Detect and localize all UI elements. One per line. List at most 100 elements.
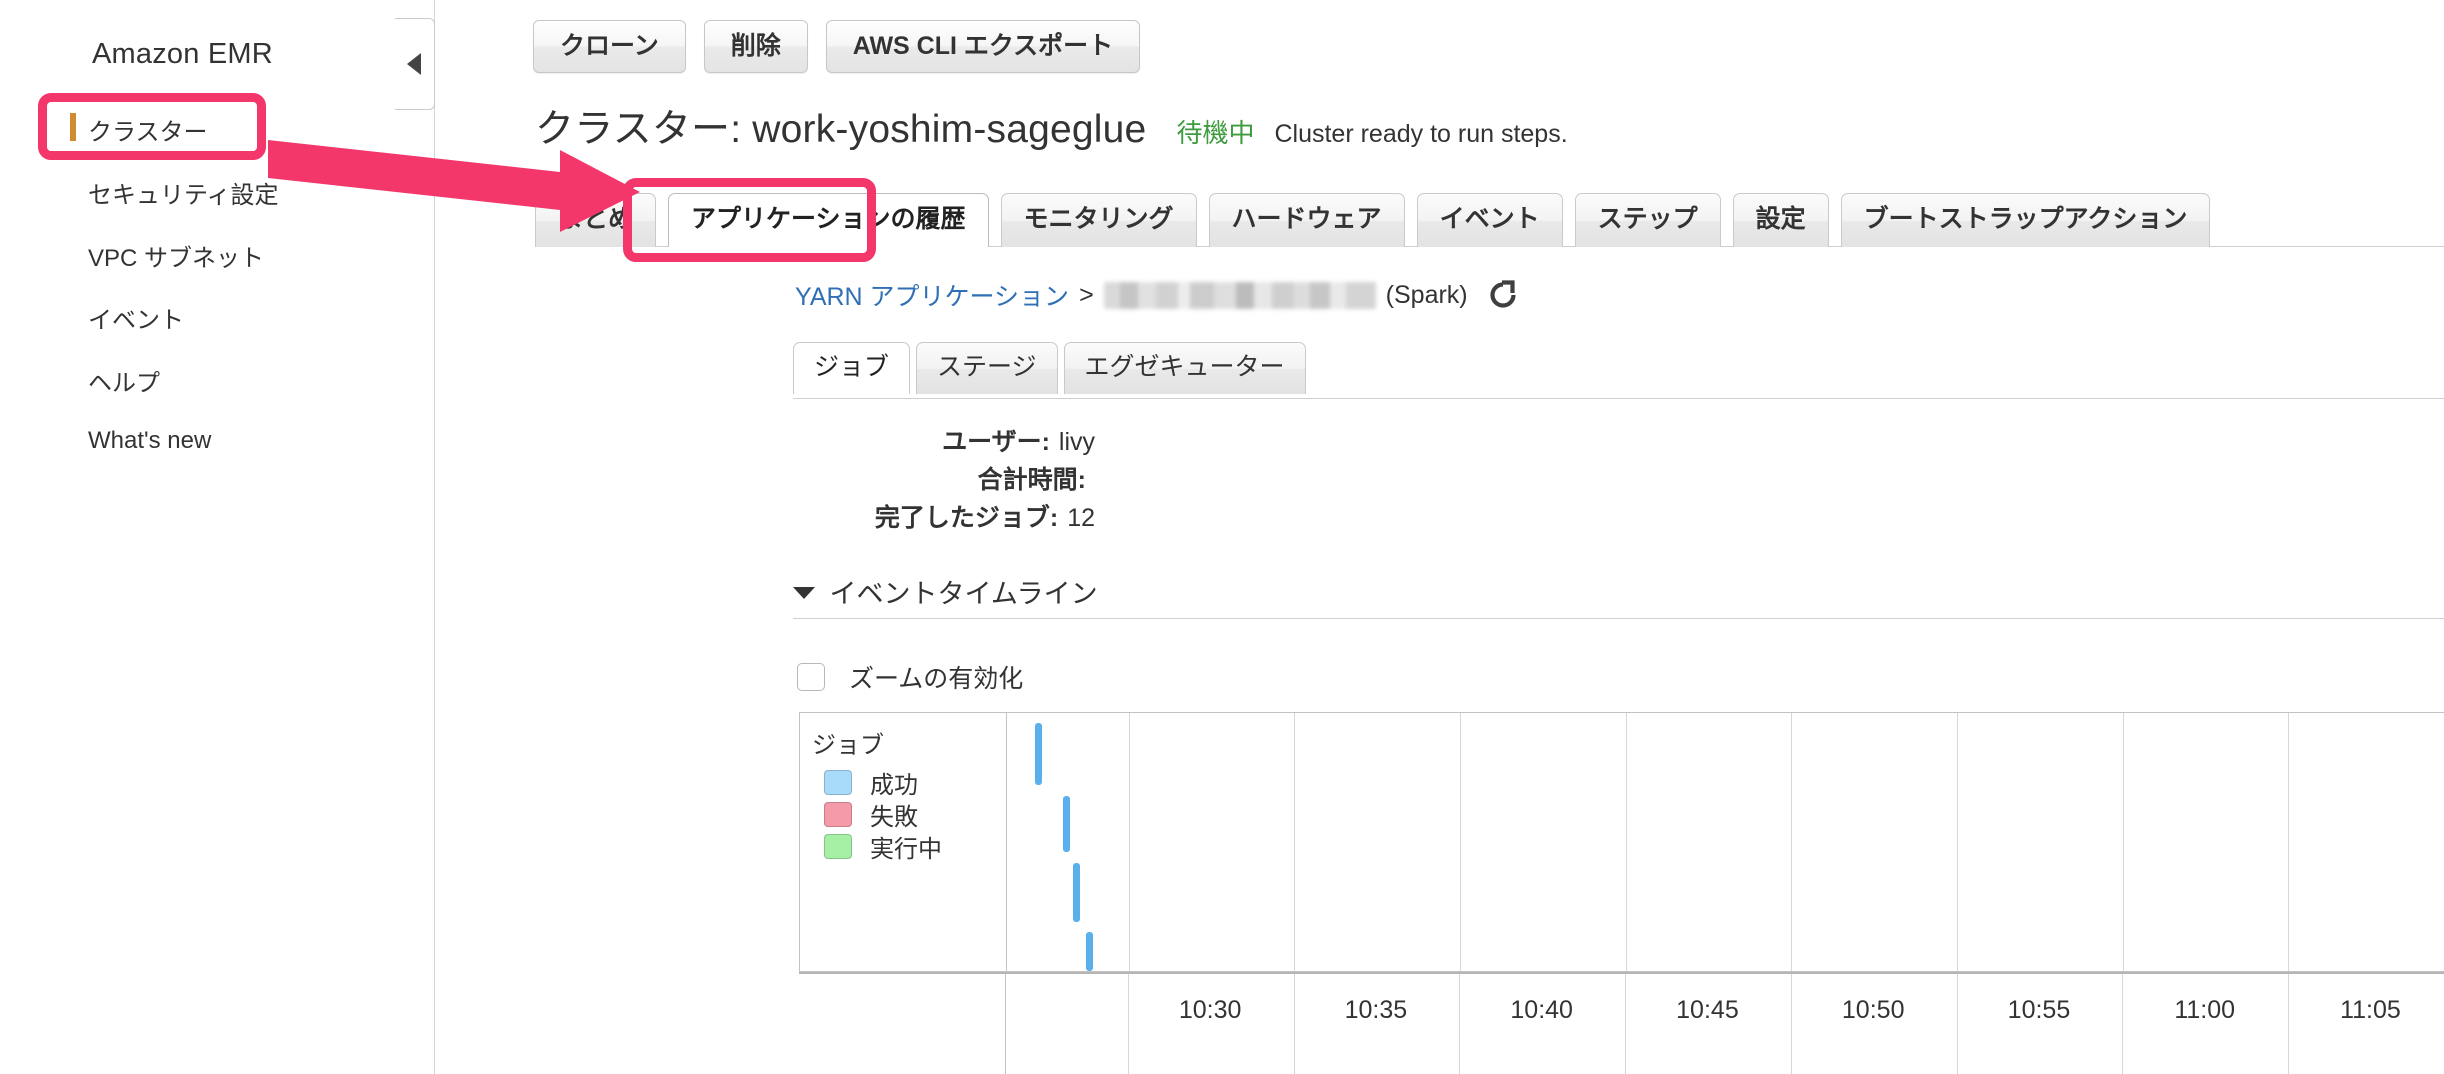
legend-label-failed: 失敗: [870, 803, 918, 831]
sidebar-collapse-button[interactable]: [395, 18, 435, 110]
axis-tick: [2122, 974, 2124, 1074]
sidebar: Amazon EMR クラスター セキュリティ設定 VPC サブネット イベント…: [0, 0, 435, 1074]
legend-item-succeeded: 成功: [824, 766, 1006, 799]
subtabstrip: ジョブ ステージ エグゼキューター: [793, 342, 1306, 394]
axis-tick-label: 10:40: [1510, 996, 1573, 1024]
tab-application-history[interactable]: アプリケーションの履歴: [668, 193, 989, 247]
event-timeline-chart: ジョブ 成功 失敗 実行中: [799, 712, 2444, 972]
subtab-stages[interactable]: ステージ: [916, 342, 1058, 394]
legend-item-running: 実行中: [824, 830, 1006, 863]
breadcrumb-engine-label: (Spark): [1385, 280, 1468, 309]
legend-swatch-succeeded: [824, 769, 852, 795]
legend-swatch-running: [824, 833, 852, 859]
refresh-icon[interactable]: [1488, 280, 1518, 310]
legend-label-succeeded: 成功: [870, 771, 918, 799]
sidebar-item-security-configurations[interactable]: セキュリティ設定: [88, 175, 279, 210]
enable-zoom-checkbox[interactable]: [797, 663, 825, 691]
axis-tick-label: 10:45: [1676, 996, 1739, 1024]
terminate-button[interactable]: 削除: [703, 20, 808, 73]
timeline-gridline: [1791, 713, 1793, 971]
axis-tick-label: 10:30: [1178, 996, 1242, 1024]
axis-tick-label: 10:35: [1344, 996, 1408, 1024]
info-row: 完了したジョブ: 12: [535, 498, 1095, 536]
timeline-plot-area[interactable]: [1007, 713, 2444, 971]
timeline-axis-legend-pad: [799, 974, 1006, 1074]
cluster-heading: クラスター: work-yoshim-sageglue 待機中 Cluster …: [535, 98, 1568, 154]
timeline-legend: ジョブ 成功 失敗 実行中: [800, 713, 1007, 971]
timeline-gridline: [1957, 713, 1959, 971]
event-timeline-section-header: イベントタイムライン: [793, 572, 2444, 619]
sidebar-item-whats-new[interactable]: What's new: [88, 427, 211, 455]
event-timeline-title: イベントタイムライン: [829, 579, 1098, 609]
section-divider: [793, 618, 2444, 619]
sidebar-item-clusters[interactable]: クラスター: [88, 112, 208, 147]
axis-tick-label: 10:50: [1841, 996, 1905, 1024]
legend-swatch-failed: [824, 801, 852, 827]
breadcrumb-separator: >: [1079, 280, 1094, 309]
tab-monitoring[interactable]: モニタリング: [1000, 193, 1197, 247]
sidebar-selected-marker: [70, 113, 76, 141]
tab-steps[interactable]: ステップ: [1574, 193, 1721, 247]
axis-tick: [1459, 974, 1461, 1074]
breadcrumb: YARN アプリケーション > (Spark): [795, 277, 1518, 313]
tab-summary[interactable]: まとめ: [535, 193, 657, 247]
info-label-user: ユーザー:: [942, 428, 1050, 456]
axis-tick: [2288, 974, 2290, 1074]
sidebar-item-events[interactable]: イベント: [88, 300, 184, 335]
info-label-completed-jobs: 完了したジョブ:: [874, 504, 1059, 532]
axis-tick-label: 11:00: [2174, 996, 2236, 1024]
timeline-gridline: [1625, 713, 1627, 971]
axis-tick: [1625, 974, 1627, 1074]
job-summary-info: ユーザー: livy 合計時間: 完了したジョブ: 12: [535, 422, 1095, 536]
info-label-total-uptime: 合計時間:: [977, 466, 1086, 494]
subtab-executors[interactable]: エグゼキューター: [1063, 342, 1306, 394]
timeline-gridline: [2122, 713, 2124, 971]
page-title: クラスター: work-yoshim-sageglue: [535, 108, 1147, 151]
caret-down-icon[interactable]: [793, 587, 815, 599]
tab-hardware[interactable]: ハードウェア: [1208, 193, 1405, 247]
timeline-job-bar[interactable]: [1063, 795, 1071, 853]
legend-label-running: 実行中: [870, 835, 942, 863]
timeline-job-bar[interactable]: [1085, 932, 1093, 971]
subtabstrip-underline: [793, 398, 2444, 399]
axis-tick-label: 11:05: [2340, 996, 2401, 1024]
timeline-gridline: [2288, 713, 2290, 971]
tab-events[interactable]: イベント: [1416, 193, 1563, 247]
cluster-action-toolbar: クローン 削除 AWS CLI エクスポート: [533, 20, 1141, 73]
aws-cli-export-button[interactable]: AWS CLI エクスポート: [825, 20, 1141, 73]
axis-tick-label: 10:55: [2007, 996, 2071, 1024]
tab-configurations[interactable]: 設定: [1732, 193, 1829, 247]
legend-title: ジョブ: [812, 732, 884, 759]
timeline-gridline: [1294, 713, 1296, 971]
clone-button[interactable]: クローン: [533, 20, 686, 73]
sidebar-item-help[interactable]: ヘルプ: [88, 363, 160, 398]
breadcrumb-link-yarn-applications[interactable]: YARN アプリケーション: [795, 277, 1069, 313]
status-description: Cluster ready to run steps.: [1274, 120, 1568, 148]
timeline-gridline: [1460, 713, 1462, 971]
axis-tick: [1127, 974, 1129, 1074]
axis-tick: [1293, 974, 1295, 1074]
timeline-gridline: [1128, 713, 1130, 971]
status-badge: 待機中: [1176, 118, 1255, 148]
sidebar-item-vpc-subnets[interactable]: VPC サブネット: [88, 238, 264, 273]
axis-tick: [1956, 974, 1958, 1074]
tab-bootstrap-actions[interactable]: ブートストラップアクション: [1840, 193, 2211, 247]
info-row: ユーザー: livy: [535, 422, 1095, 460]
subtab-jobs[interactable]: ジョブ: [793, 342, 911, 394]
info-value-user: livy: [1058, 428, 1095, 456]
info-row: 合計時間:: [535, 460, 1095, 498]
sidebar-title: Amazon EMR: [92, 38, 273, 70]
enable-zoom-row: ズームの有効化: [797, 659, 1023, 695]
main-content: クローン 削除 AWS CLI エクスポート クラスター: work-yoshi…: [435, 0, 2444, 1074]
timeline-axis-ticks: 10:30 10:35 10:40 10:45 10:50 10:55 11:00 11:05…: [1006, 974, 2444, 1074]
timeline-axis: 10:30 10:35 10:40 10:45 10:50 10:55 11:00 11:05…: [799, 972, 2444, 1074]
triangle-left-icon: [407, 53, 421, 75]
legend-item-failed: 失敗: [824, 798, 1006, 831]
info-value-completed-jobs: 12: [1067, 504, 1095, 532]
timeline-job-bar[interactable]: [1072, 862, 1080, 922]
tabstrip: まとめ アプリケーションの履歴 モニタリング ハードウェア イベント ステップ …: [535, 187, 2444, 247]
timeline-job-bar[interactable]: [1035, 723, 1043, 786]
breadcrumb-application-id-redacted: [1103, 281, 1376, 309]
axis-tick: [1790, 974, 1792, 1074]
enable-zoom-label: ズームの有効化: [849, 665, 1024, 693]
